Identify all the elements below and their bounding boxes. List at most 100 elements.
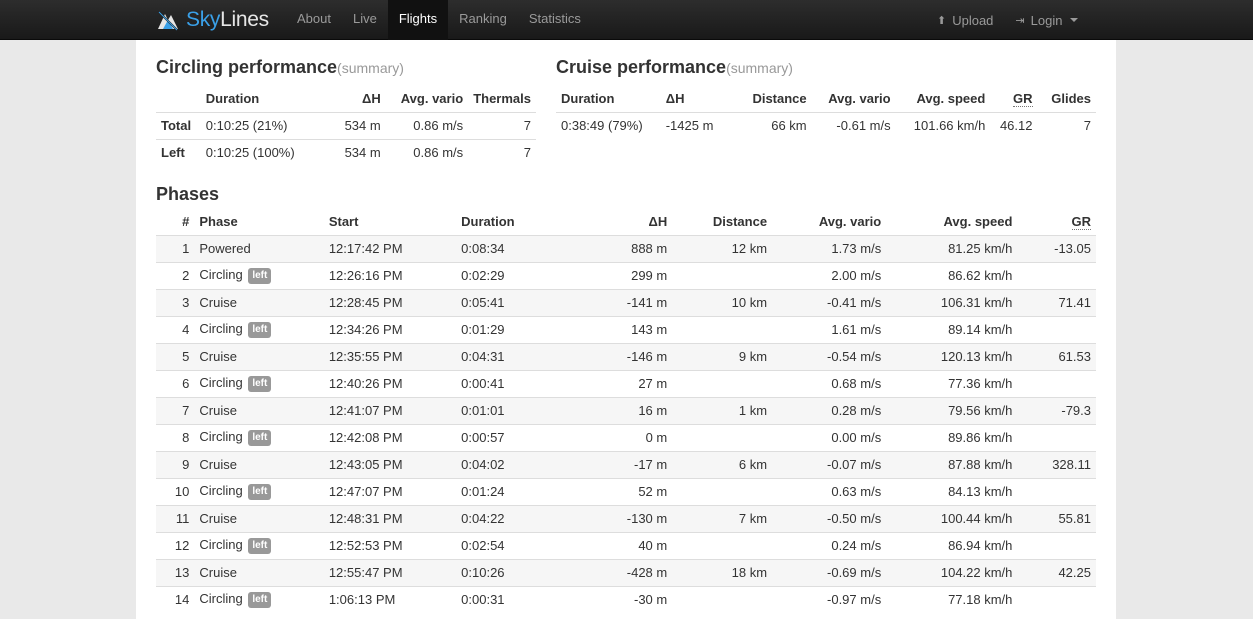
phase-type-label: Cruise — [199, 457, 237, 472]
phase-number: 4 — [156, 315, 195, 343]
phase-avg-speed: 89.86 km/h — [886, 423, 1018, 451]
phases-col-header: Avg. vario — [818, 213, 882, 229]
circling-cell: 534 m — [317, 111, 386, 139]
phase-row[interactable]: 8 Circling left 12:42:08 PM 0:00:57 0 m 0.00 … — [156, 423, 1096, 451]
navbar: SkyLines About Live Flights Ranking Statisti… — [0, 0, 1253, 40]
phase-delta-h: 299 m — [552, 261, 673, 289]
phases-col-header: # — [182, 213, 190, 229]
brand-logo[interactable]: SkyLines — [156, 6, 269, 34]
phase-row[interactable]: 3 Cruise 12:28:45 PM 0:05:41 -141 m 10 km -0.4… — [156, 288, 1096, 316]
circling-title-text: Circling performance — [156, 57, 338, 77]
circling-col-header: ΔH — [361, 90, 381, 106]
circling-row-label: Left — [156, 138, 201, 166]
phase-row[interactable]: 11 Cruise 12:48:31 PM 0:04:22 -130 m7 km -0.5… — [156, 504, 1096, 532]
phase-duration: 0:00:41 — [456, 369, 553, 397]
cruise-cell: 66 km — [728, 111, 812, 139]
phase-avg-vario: -0.97 m/s — [772, 585, 887, 613]
phase-row[interactable]: 12 Circling left 12:52:53 PM 0:02:54 40 m 0.2… — [156, 531, 1096, 559]
phase-duration: 0:10:26 — [456, 558, 553, 586]
phases-col-header: ΔH — [648, 213, 668, 229]
phase-gr: 42.25 — [1017, 558, 1096, 586]
circling-performance-section: Circling performance(summary) Duration ΔH… — [156, 56, 536, 166]
phase-gr: 328.11 — [1017, 450, 1096, 478]
phase-type: Circling left — [194, 315, 324, 343]
phase-row[interactable]: 4 Circling left 12:34:26 PM 0:01:29 143 m 1.6… — [156, 315, 1096, 343]
phase-row[interactable]: 2 Circling left 12:26:16 PM 0:02:29 299 m 2.0… — [156, 261, 1096, 289]
phase-avg-vario: 0.28 m/s — [772, 396, 887, 424]
phase-avg-speed: 81.25 km/h — [886, 234, 1018, 262]
circling-title: Circling performance(summary) — [156, 56, 536, 79]
circling-table: Duration ΔH Avg. vario Thermals Total 0:10:2… — [156, 85, 536, 166]
phase-row[interactable]: 5 Cruise 12:35:55 PM 0:04:31 -146 m9 km -0.54… — [156, 342, 1096, 370]
phase-start: 12:55:47 PM — [323, 558, 457, 586]
phase-distance — [672, 531, 773, 559]
phase-distance: 10 km — [672, 288, 773, 316]
phase-duration: 0:02:29 — [456, 261, 553, 289]
nav-item-about[interactable]: About — [286, 0, 342, 40]
phase-avg-vario: 1.73 m/s — [772, 234, 887, 262]
phase-start: 12:41:07 PM — [323, 396, 457, 424]
phase-row[interactable]: 13 Cruise 12:55:47 PM 0:10:26 -428 m 18 km -0.… — [156, 558, 1096, 586]
phase-type-label: Cruise — [199, 403, 237, 418]
brand-sky: Sky — [186, 8, 221, 31]
phase-distance: 1 km — [672, 396, 773, 424]
nav-item-statistics[interactable]: Statistics — [518, 0, 592, 40]
nav-item-flights[interactable]: Flights — [387, 0, 449, 40]
phase-type: Powered — [194, 234, 324, 262]
phase-avg-vario: 0.68 m/s — [772, 369, 887, 397]
phase-row[interactable]: 6 Circling left 12:40:26 PM 0:00:41 27 m 0.68… — [156, 369, 1096, 397]
phase-delta-h: 143 m — [552, 315, 673, 343]
phase-avg-vario: 0.00 m/s — [772, 423, 887, 451]
cruise-cell: 0:38:49 (79%) — [556, 111, 661, 139]
phase-row[interactable]: 7 Cruise 12:41:07 PM 0:01:01 16 m1 km 0.28 m/… — [156, 396, 1096, 424]
phase-row[interactable]: 14 Circling left 1:06:13 PM 0:00:31 -30 m -0.… — [156, 585, 1096, 613]
phase-duration: 0:01:24 — [456, 477, 553, 505]
phase-type: Cruise — [194, 288, 324, 316]
phase-gr: 55.81 — [1017, 504, 1096, 532]
phase-gr: -13.05 — [1017, 234, 1096, 262]
cruise-cell: -0.61 m/s — [811, 111, 896, 139]
phase-start: 12:28:45 PM — [323, 288, 457, 316]
phase-type-label: Cruise — [199, 511, 237, 526]
circling-cell: 0.86 m/s — [385, 138, 469, 166]
phase-type-label: Cruise — [199, 565, 237, 580]
phase-row[interactable]: 9 Cruise 12:43:05 PM 0:04:02 -17 m6 km -0.07 … — [156, 450, 1096, 478]
phase-start: 12:42:08 PM — [323, 423, 457, 451]
phase-number: 13 — [156, 558, 195, 586]
phase-type: Circling left — [194, 261, 324, 289]
phase-start: 12:52:53 PM — [323, 531, 457, 559]
circling-col-header: Duration — [205, 90, 260, 106]
login-dropdown[interactable]: ⇥ Login — [1004, 0, 1089, 40]
cruise-subtitle: (summary) — [726, 60, 793, 76]
phase-distance — [672, 369, 773, 397]
upload-link[interactable]: ⬆ Upload — [926, 0, 1004, 40]
phase-gr: 61.53 — [1017, 342, 1096, 370]
nav-item-ranking[interactable]: Ranking — [448, 0, 518, 40]
phase-avg-speed: 100.44 km/h — [886, 504, 1018, 532]
cruise-col-header: Glides — [1051, 90, 1091, 106]
phase-avg-speed: 120.13 km/h — [886, 342, 1018, 370]
phase-row[interactable]: 10 Circling left 12:47:07 PM 0:01:24 52 m 0.6… — [156, 477, 1096, 505]
phases-col-header: Phase — [199, 213, 238, 229]
cruise-row: 0:38:49 (79%) -1425 m 66 km -0.61 m/s 101.66… — [556, 111, 1096, 139]
upload-icon: ⬆ — [937, 14, 947, 27]
phase-delta-h: 0 m — [552, 423, 673, 451]
phases-col-header: Duration — [461, 213, 515, 229]
phase-delta-h: -17 m — [552, 450, 673, 478]
phase-row[interactable]: 1 Powered 12:17:42 PM 0:08:34 888 m 12 km 1.73… — [156, 234, 1096, 262]
phase-type: Circling left — [194, 423, 324, 451]
phase-left-badge: left — [248, 268, 272, 284]
phase-distance — [672, 261, 773, 289]
nav-item-live[interactable]: Live — [342, 0, 388, 40]
phase-type: Cruise — [194, 450, 324, 478]
cruise-table: Duration ΔH Distance Avg. vario Avg. speed GR… — [556, 85, 1096, 139]
brand-name: SkyLines — [186, 8, 269, 32]
phase-duration: 0:04:31 — [456, 342, 553, 370]
circling-cell: 0.86 m/s — [385, 111, 469, 139]
phases-gr-abbr: GR — [1071, 213, 1091, 230]
cruise-gr-abbr: GR — [1013, 90, 1033, 107]
phase-type: Circling left — [194, 585, 324, 613]
phase-type-label: Circling — [199, 483, 243, 498]
phase-start: 12:40:26 PM — [323, 369, 457, 397]
phase-delta-h: -428 m — [552, 558, 673, 586]
